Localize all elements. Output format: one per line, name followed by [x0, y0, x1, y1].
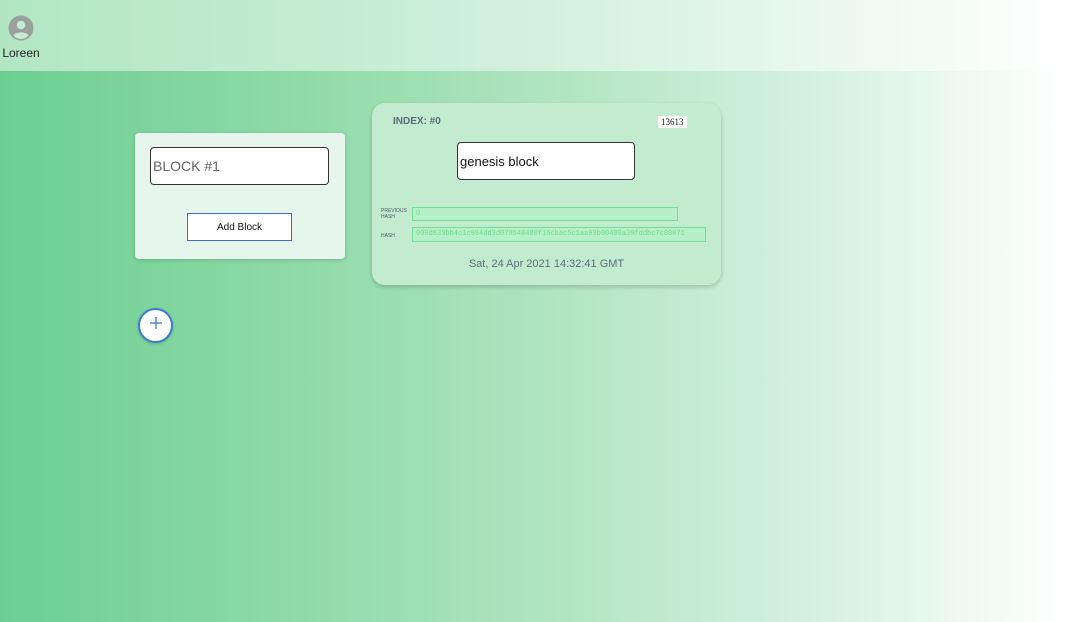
top-bar: Loreen [0, 0, 1066, 71]
block-card: INDEX: #0 13613 PREVIOUS HASH 0 HASH 000… [372, 103, 721, 285]
account-circle-icon[interactable] [8, 15, 34, 41]
previous-hash-field[interactable]: 0 [412, 207, 678, 221]
block-data-input[interactable] [150, 147, 329, 185]
block-nonce: 13613 [658, 116, 687, 128]
add-card-button[interactable] [138, 308, 173, 343]
block-data-field[interactable] [457, 142, 635, 180]
previous-hash-label: PREVIOUS HASH [381, 208, 407, 220]
add-block-button[interactable]: Add Block [187, 213, 292, 241]
user-profile[interactable]: Loreen [2, 15, 40, 60]
new-block-card: Add Block [135, 133, 345, 259]
hash-label: HASH [381, 233, 395, 239]
plus-icon [149, 316, 163, 335]
hash-field[interactable]: 000d833bb4c1c994dd3d079548480f16cbac5c1a… [412, 227, 706, 242]
block-timestamp: Sat, 24 Apr 2021 14:32:41 GMT [468, 258, 625, 270]
user-name: Loreen [2, 46, 40, 60]
block-index: INDEX: #0 [393, 116, 441, 127]
